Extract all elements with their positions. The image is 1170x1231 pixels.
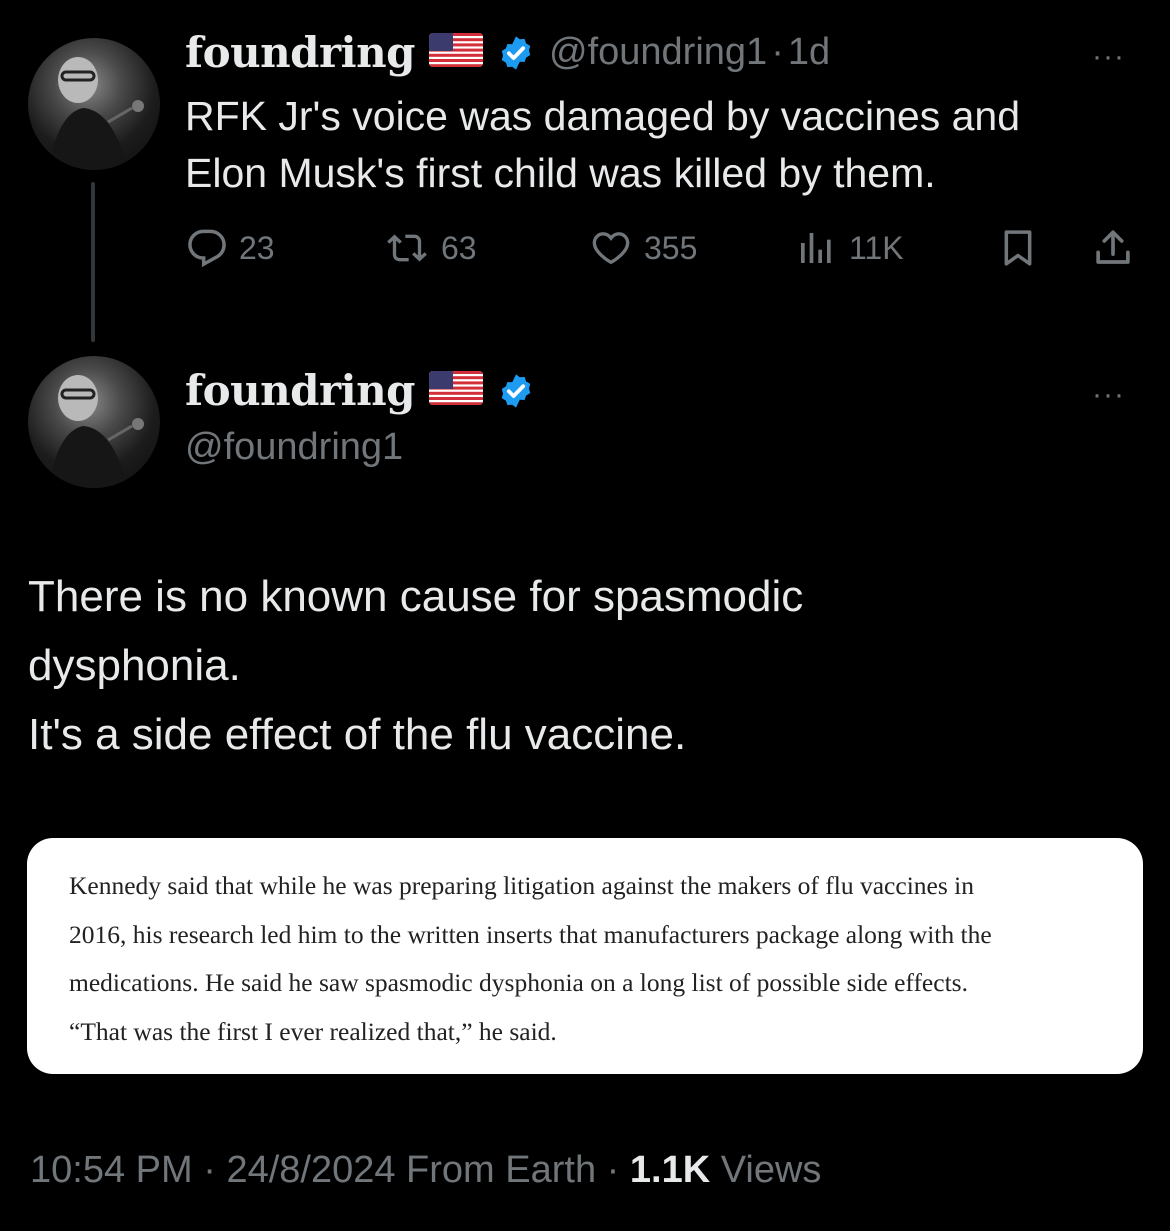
tweet-text-line: It's a side effect of the flu vaccine. xyxy=(28,710,687,759)
tweet-metadata: 10:54 PM · 24/8/2024 From Earth · 1.1K V… xyxy=(30,1149,821,1192)
excerpt-line: “That was the first I ever realized that… xyxy=(69,1016,557,1046)
tweet-text-line: RFK Jr's voice was damaged by vaccines a… xyxy=(185,93,1021,139)
tweet-text-line: Elon Musk's first child was killed by th… xyxy=(185,150,936,196)
views-count: 11K xyxy=(849,229,904,266)
views-label: Views xyxy=(710,1149,822,1191)
excerpt-line: 2016, his research led him to the writte… xyxy=(69,919,992,949)
share-icon[interactable] xyxy=(1092,226,1134,275)
retweet-button[interactable]: 63 xyxy=(385,228,477,268)
handle[interactable]: @foundring1 xyxy=(549,31,767,74)
more-options-icon[interactable]: ··· xyxy=(1092,378,1125,412)
views-count[interactable]: 1.1K xyxy=(630,1149,710,1191)
us-flag-icon xyxy=(429,33,484,72)
tweet-header: foundring xyxy=(185,366,535,415)
heart-icon xyxy=(592,232,630,265)
reply-button[interactable]: 23 xyxy=(187,228,275,268)
post-location: From Earth xyxy=(395,1149,597,1191)
timestamp[interactable]: 1d xyxy=(788,31,830,74)
display-name[interactable]: foundring xyxy=(185,366,416,415)
like-count: 355 xyxy=(644,229,698,266)
excerpt-line: Kennedy said that while he was preparing… xyxy=(69,871,974,900)
excerpt-line: medications. He said he saw spasmodic dy… xyxy=(69,968,968,997)
tweet-header: foundring @foundring1 · 1d xyxy=(185,28,830,77)
avatar[interactable] xyxy=(28,356,160,488)
analytics-icon xyxy=(801,233,831,263)
tweet-text-line: There is no known cause for spasmodic xyxy=(28,572,804,621)
retweet-icon xyxy=(387,234,427,262)
like-button[interactable]: 355 xyxy=(590,228,697,268)
tweet-text: There is no known cause for spasmodic dy… xyxy=(28,562,1138,769)
retweet-count: 63 xyxy=(441,229,477,266)
separator: · xyxy=(192,1149,227,1191)
display-name[interactable]: foundring xyxy=(185,28,416,77)
tweet-text: RFK Jr's voice was damaged by vaccines a… xyxy=(185,88,1145,202)
attached-image[interactable]: Kennedy said that while he was preparing… xyxy=(27,838,1143,1074)
reply-count: 23 xyxy=(239,229,275,266)
us-flag-icon xyxy=(429,371,484,410)
verified-badge-icon[interactable] xyxy=(497,372,535,410)
handle[interactable]: @foundring1 xyxy=(185,426,403,469)
separator: · xyxy=(596,1149,630,1191)
post-date[interactable]: 24/8/2024 xyxy=(226,1149,395,1191)
views-button[interactable]: 11K xyxy=(795,228,904,268)
verified-badge-icon[interactable] xyxy=(497,34,535,72)
reply-icon xyxy=(188,229,226,268)
avatar[interactable] xyxy=(28,38,160,170)
tweet-text-line: dysphonia. xyxy=(28,641,241,690)
post-time[interactable]: 10:54 PM xyxy=(30,1149,193,1191)
image-article-excerpt: Kennedy said that while he was preparing… xyxy=(69,862,1119,1056)
separator: · xyxy=(771,31,784,73)
bookmark-icon[interactable] xyxy=(998,226,1038,275)
thread-line xyxy=(91,182,95,342)
more-options-icon[interactable]: ··· xyxy=(1092,40,1125,74)
